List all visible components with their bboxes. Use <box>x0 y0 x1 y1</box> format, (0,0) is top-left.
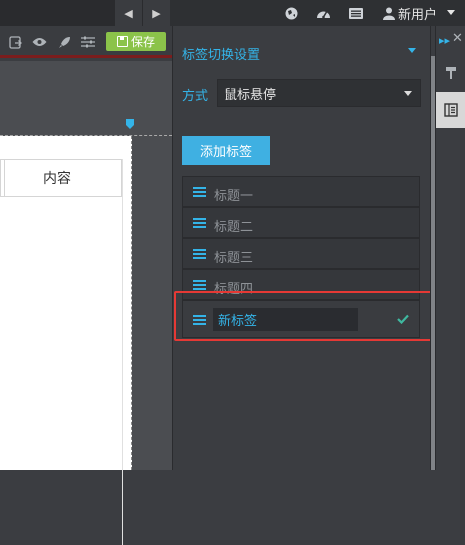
tab-list-item-editing[interactable] <box>182 300 420 338</box>
top-bar-left <box>0 0 114 26</box>
drag-handle-icon[interactable] <box>193 249 206 259</box>
tab-list: 标题一 标题二 标题三 标题四 <box>182 176 420 338</box>
paint-roller-icon <box>446 67 456 79</box>
save-button-label: 保存 <box>130 35 155 49</box>
nav-next-button[interactable]: ▶ <box>142 0 170 26</box>
properties-panel: 标签切换设置 方式 鼠标悬停 添加标签 标题一 标题二 标题三 标题四 <box>172 26 436 470</box>
export-icon[interactable] <box>7 34 23 50</box>
style-tool-button[interactable] <box>436 56 465 90</box>
checkmark-icon[interactable] <box>397 313 409 325</box>
nav-prev-button[interactable]: ◀ <box>114 0 142 26</box>
add-tab-button[interactable]: 添加标签 <box>182 136 270 165</box>
drag-handle-icon[interactable] <box>193 280 206 290</box>
design-canvas[interactable]: 内容 <box>0 61 172 545</box>
dashboard-icon[interactable] <box>315 5 331 21</box>
chevron-down-icon <box>404 91 412 96</box>
tab-content-text: 内容 <box>43 171 71 187</box>
chevron-down-icon[interactable] <box>447 10 455 15</box>
chevron-right-icon: ▶ <box>152 6 161 20</box>
double-chevron-right-icon: ▸▸ <box>439 34 451 47</box>
panel-title[interactable]: 标签切换设置 <box>182 44 260 63</box>
tab-item-label: 标题一 <box>214 189 254 204</box>
caret-down-icon[interactable] <box>408 48 416 53</box>
tab-list-item[interactable]: 标题三 <box>182 238 420 269</box>
top-bar: ◀ ▶ 新用户 <box>0 0 465 26</box>
tab-list-item[interactable]: 标题二 <box>182 207 420 238</box>
tab-list-item[interactable]: 标题一 <box>182 176 420 207</box>
new-tab-input[interactable] <box>213 308 358 331</box>
layout-tool-button[interactable] <box>436 92 465 128</box>
tab-widget-preview[interactable]: 内容 <box>0 159 122 197</box>
mode-label: 方式 <box>182 89 209 104</box>
expand-panel-button[interactable]: ▸▸ ✕ <box>436 26 465 56</box>
layout-icon <box>444 103 458 117</box>
page-area[interactable]: 内容 <box>0 136 132 545</box>
widget-border-line <box>122 159 123 545</box>
position-marker-icon[interactable] <box>126 119 134 129</box>
tab-item-label: 标题二 <box>214 220 254 235</box>
mode-select-value: 鼠标悬停 <box>224 87 277 103</box>
mode-select[interactable]: 鼠标悬停 <box>217 79 421 107</box>
tab-content-cell: 内容 <box>1 160 123 196</box>
sliders-icon[interactable] <box>80 34 96 50</box>
side-strip: ▸▸ ✕ <box>435 26 465 470</box>
drag-handle-icon[interactable] <box>193 218 206 228</box>
save-disk-icon <box>116 36 128 47</box>
tab-item-label: 标题四 <box>214 282 254 297</box>
save-button[interactable]: 保存 <box>106 32 166 51</box>
preview-icon[interactable] <box>31 34 47 50</box>
user-menu-label[interactable]: 新用户 <box>398 4 437 23</box>
tab-item-label: 标题三 <box>214 251 254 266</box>
chevron-left-icon: ◀ <box>124 6 133 20</box>
drag-handle-icon[interactable] <box>193 315 206 325</box>
tab-list-item[interactable]: 标题四 <box>182 269 420 300</box>
globe-icon[interactable] <box>283 5 299 21</box>
list-icon[interactable] <box>348 5 364 21</box>
close-icon[interactable]: ✕ <box>452 31 463 46</box>
editor-toolbar: 保存 <box>0 26 172 58</box>
drag-handle-icon[interactable] <box>193 187 206 197</box>
user-icon[interactable] <box>381 5 397 21</box>
rocket-icon[interactable] <box>56 34 72 50</box>
